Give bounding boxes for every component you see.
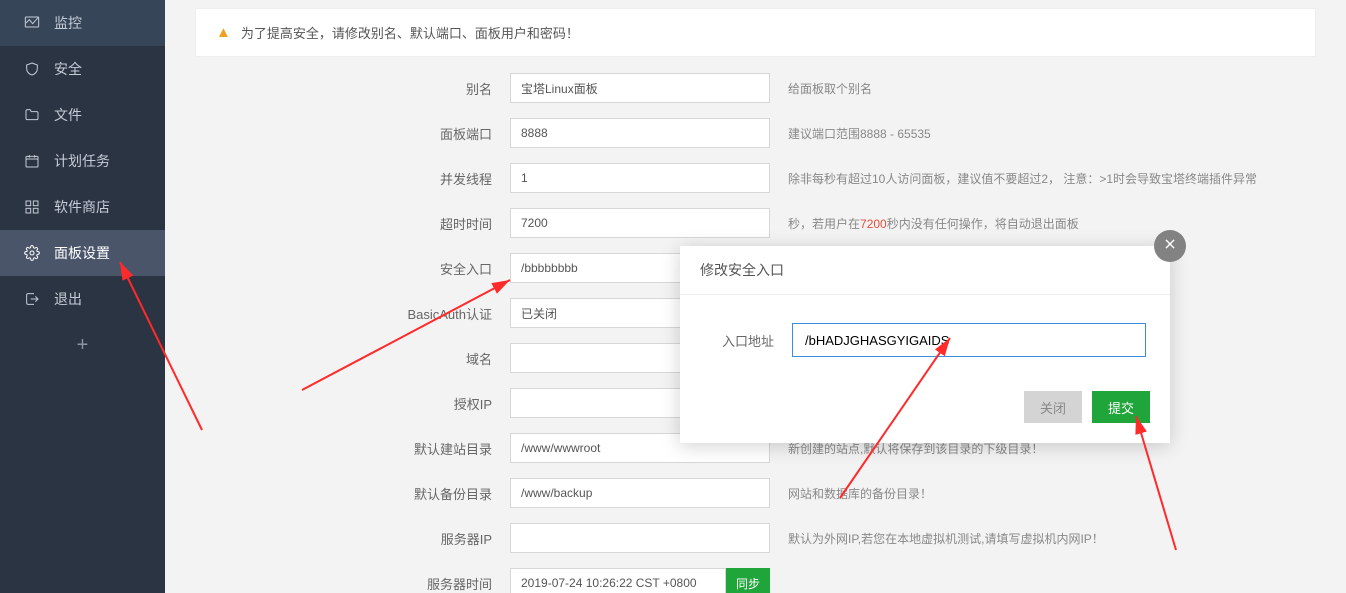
sidebar-item-label: 计划任务 (54, 151, 110, 171)
warning-icon: ▲ (216, 24, 231, 41)
warning-text: 为了提高安全，请修改别名、默认端口、面板用户和密码！ (241, 23, 579, 42)
serverip-hint: 默认为外网IP,若您在本地虚拟机测试,请填写虚拟机内网IP！ (788, 530, 1104, 547)
port-hint: 建议端口范围8888 - 65535 (788, 125, 931, 142)
sidebar-add[interactable]: + (0, 322, 165, 369)
folder-icon (24, 107, 40, 123)
servertime-sync-button[interactable]: 同步 (726, 568, 770, 593)
sidebar-item-settings[interactable]: 面板设置 (0, 230, 165, 276)
dialog-entrance-input[interactable] (792, 323, 1146, 357)
basicauth-label: BasicAuth认证 (195, 304, 510, 323)
alias-hint: 给面板取个别名 (788, 80, 872, 97)
dialog-submit-button[interactable]: 提交 (1092, 391, 1150, 423)
modify-entrance-dialog: 修改安全入口 入口地址 关闭 提交 (680, 246, 1170, 443)
dialog-close-button[interactable] (1154, 230, 1186, 262)
backupdir-label: 默认备份目录 (195, 484, 510, 503)
port-input[interactable] (510, 118, 770, 148)
exit-icon (24, 291, 40, 307)
serverip-input[interactable] (510, 523, 770, 553)
shield-icon (24, 61, 40, 77)
sidebar-item-label: 安全 (54, 59, 82, 79)
sitedir-label: 默认建站目录 (195, 439, 510, 458)
grid-icon (24, 199, 40, 215)
dialog-field-label: 入口地址 (704, 331, 774, 350)
backupdir-input[interactable] (510, 478, 770, 508)
servertime-input[interactable] (510, 568, 726, 593)
port-label: 面板端口 (195, 124, 510, 143)
sidebar-item-label: 监控 (54, 13, 82, 33)
sidebar-item-label: 文件 (54, 105, 82, 125)
sidebar-item-monitor[interactable]: 监控 (0, 0, 165, 46)
timeout-label: 超时时间 (195, 214, 510, 233)
close-icon (1163, 237, 1177, 256)
dialog-cancel-button[interactable]: 关闭 (1024, 391, 1082, 423)
domain-label: 域名 (195, 349, 510, 368)
sidebar-item-logout[interactable]: 退出 (0, 276, 165, 322)
servertime-label: 服务器时间 (195, 574, 510, 593)
dialog-title: 修改安全入口 (680, 246, 1170, 295)
sidebar-item-label: 面板设置 (54, 243, 110, 263)
sidebar-item-files[interactable]: 文件 (0, 92, 165, 138)
entrance-label: 安全入口 (195, 259, 510, 278)
authip-label: 授权IP (195, 394, 510, 413)
serverip-label: 服务器IP (195, 529, 510, 548)
gear-icon (24, 245, 40, 261)
threads-label: 并发线程 (195, 169, 510, 188)
security-warning: ▲ 为了提高安全，请修改别名、默认端口、面板用户和密码！ (195, 8, 1316, 57)
sidebar-item-cron[interactable]: 计划任务 (0, 138, 165, 184)
calendar-icon (24, 153, 40, 169)
threads-input[interactable] (510, 163, 770, 193)
sidebar-item-security[interactable]: 安全 (0, 46, 165, 92)
sidebar-item-label: 退出 (54, 289, 82, 309)
backupdir-hint: 网站和数据库的备份目录！ (788, 485, 932, 502)
alias-label: 别名 (195, 79, 510, 98)
monitor-icon (24, 15, 40, 31)
sidebar: 监控 安全 文件 计划任务 软件商店 面板设置 退出 + (0, 0, 165, 593)
timeout-input[interactable] (510, 208, 770, 238)
timeout-hint: 秒，若用户在7200秒内没有任何操作，将自动退出面板 (788, 215, 1079, 232)
sidebar-item-label: 软件商店 (54, 197, 110, 217)
threads-hint: 除非每秒有超过10人访问面板，建议值不要超过2， 注意：>1时会导致宝塔终端插件… (788, 170, 1257, 187)
alias-input[interactable] (510, 73, 770, 103)
sidebar-item-store[interactable]: 软件商店 (0, 184, 165, 230)
